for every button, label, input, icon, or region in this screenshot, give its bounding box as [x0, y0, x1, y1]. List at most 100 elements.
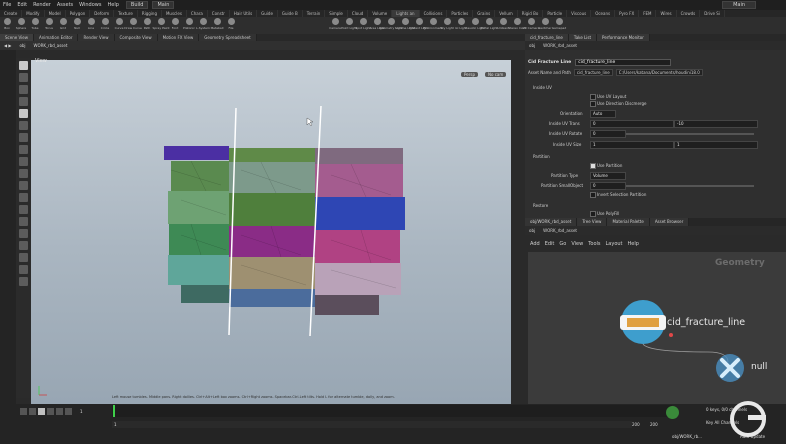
- node-cid-fracture-line[interactable]: [620, 300, 673, 344]
- shelf-tab[interactable]: Simple: [325, 10, 348, 17]
- shelf-tool[interactable]: Sphere: [14, 17, 28, 30]
- brush-tool-icon[interactable]: [19, 229, 28, 238]
- path-back-icon[interactable]: ◀ ▶: [0, 43, 15, 48]
- tab-network[interactable]: obj/WORK_rbd_asset: [525, 218, 578, 226]
- tab-material-palette[interactable]: Material Palette: [607, 218, 650, 226]
- select-tool-icon[interactable]: [19, 61, 28, 70]
- stop-icon[interactable]: [38, 408, 45, 415]
- shelf-tab[interactable]: Modify: [22, 10, 45, 17]
- jump-end-icon[interactable]: [65, 408, 72, 415]
- shelf-tool[interactable]: Null: [70, 17, 84, 30]
- section-partition[interactable]: Partition: [533, 154, 550, 159]
- inside-uv-trans-y-field[interactable]: -10: [674, 120, 758, 128]
- tab-asset-browser[interactable]: Asset Browser: [649, 218, 690, 226]
- inside-uv-rotate-slider[interactable]: [626, 133, 754, 135]
- shelf-tool[interactable]: Sky Light: [440, 17, 454, 30]
- jump-start-icon[interactable]: [20, 408, 27, 415]
- net-path-obj[interactable]: obj: [525, 228, 539, 233]
- camera-perspective-menu[interactable]: Persp: [461, 72, 478, 77]
- tab-tree-view[interactable]: Tree View: [577, 218, 608, 226]
- section-restore[interactable]: Restore: [533, 203, 548, 208]
- inside-uv-trans-x-field[interactable]: 0: [590, 120, 674, 128]
- light-tool-icon[interactable]: [19, 205, 28, 214]
- node-cid-fracture-line-label[interactable]: cid_fracture_line: [667, 317, 745, 328]
- net-menu-view[interactable]: View: [571, 241, 583, 247]
- shelf-tab[interactable]: Create: [0, 10, 23, 17]
- scene-pane-tab[interactable]: Animation Editor: [33, 34, 79, 41]
- path-asset[interactable]: WORK_rbd_asset: [30, 43, 72, 48]
- shelf-tool[interactable]: Torus: [42, 17, 56, 30]
- tab-parameters[interactable]: cid_fracture_line: [525, 34, 569, 41]
- render-region-icon[interactable]: [19, 145, 28, 154]
- net-menu-edit[interactable]: Edit: [545, 241, 555, 247]
- scene-pane-tab[interactable]: Motion FX View: [157, 34, 200, 41]
- frame-marker[interactable]: [113, 405, 115, 417]
- node-null-label[interactable]: null: [751, 362, 767, 372]
- asset-name-field[interactable]: cid_fracture_line: [573, 68, 613, 76]
- orientation-dropdown[interactable]: Auto: [590, 110, 616, 118]
- shelf-tab[interactable]: Drive Si: [700, 10, 725, 17]
- view-tool-icon[interactable]: [19, 133, 28, 142]
- scene-pane-tab[interactable]: Render View: [78, 34, 115, 41]
- node-null[interactable]: [716, 354, 744, 382]
- menu-render[interactable]: Render: [30, 2, 54, 8]
- shelf-tab[interactable]: Volume: [368, 10, 393, 17]
- shelf-tab[interactable]: Constr: [208, 10, 230, 17]
- shelf-tab[interactable]: Viscous: [567, 10, 592, 17]
- shelf-tab[interactable]: Polygon: [66, 10, 91, 17]
- shelf-tab[interactable]: Oceans: [591, 10, 616, 17]
- snapshot-tool-icon[interactable]: [19, 277, 28, 286]
- tab-take-list[interactable]: Take List: [568, 34, 598, 41]
- param-path-asset[interactable]: WORK_rbd_asset: [539, 43, 581, 48]
- shelf-tool[interactable]: Spot Light: [355, 17, 371, 30]
- shelf-tool[interactable]: Spray Paint: [152, 17, 170, 30]
- shelf-tab[interactable]: Vellum: [495, 10, 518, 17]
- net-menu-add[interactable]: Add: [530, 241, 540, 247]
- shelf-tab[interactable]: Collisions: [420, 10, 448, 17]
- menu-edit[interactable]: Edit: [14, 2, 30, 8]
- scene-pane-tab[interactable]: Scene View: [0, 34, 34, 41]
- shelf-tool[interactable]: Portal Light: [480, 17, 498, 30]
- shelf-tab[interactable]: Pyro FX: [615, 10, 640, 17]
- step-forward-icon[interactable]: [56, 408, 63, 415]
- build-dropdown[interactable]: Build: [125, 1, 149, 9]
- range-end-field[interactable]: 200: [650, 422, 658, 427]
- handle-tool-icon[interactable]: [19, 109, 28, 118]
- net-menu-tools[interactable]: Tools: [588, 241, 600, 247]
- play-icon[interactable]: [47, 408, 54, 415]
- shelf-tab[interactable]: Guide B: [278, 10, 303, 17]
- shelf-tool[interactable]: Draw Curve: [124, 17, 142, 30]
- inside-uv-rotate-field[interactable]: 0: [590, 130, 626, 138]
- dolly-icon[interactable]: [19, 181, 28, 190]
- scene-pane-tab[interactable]: Geometry Spreadsheet: [199, 34, 257, 41]
- pose-tool-icon[interactable]: [19, 121, 28, 130]
- shelf-tab[interactable]: Deform: [90, 10, 115, 17]
- invert-selection-checkbox[interactable]: [590, 192, 596, 198]
- shelf-tool[interactable]: Line: [84, 17, 98, 30]
- shelf-tab[interactable]: Grains: [473, 10, 496, 17]
- camera-tool-icon[interactable]: [19, 193, 28, 202]
- rotate-tool-icon[interactable]: [19, 85, 28, 94]
- desktop-dropdown[interactable]: Main: [152, 1, 175, 9]
- shelf-tool[interactable]: Platonic: [182, 17, 196, 30]
- key-icon[interactable]: [666, 406, 679, 419]
- scene-pane-tab[interactable]: Composite View: [114, 34, 158, 41]
- end-frame-field[interactable]: 200: [632, 422, 640, 427]
- range-slider[interactable]: [112, 421, 632, 428]
- magnet-icon[interactable]: [19, 169, 28, 178]
- shelf-tab[interactable]: Crowds: [677, 10, 701, 17]
- menu-assets[interactable]: Assets: [54, 2, 76, 8]
- shelf-tab[interactable]: Hair Utils: [230, 10, 258, 17]
- current-frame-field[interactable]: 1: [80, 409, 83, 414]
- partition-smallobject-field[interactable]: 0: [590, 182, 626, 190]
- partition-type-dropdown[interactable]: Volume: [590, 172, 626, 180]
- shelf-tab[interactable]: Model: [45, 10, 66, 17]
- partition-smallobject-slider[interactable]: [626, 185, 754, 187]
- shelf-tool[interactable]: Gamepad: [552, 17, 566, 30]
- shelf-tab[interactable]: Rigging: [138, 10, 162, 17]
- shelf-tool[interactable]: Font: [168, 17, 182, 30]
- shelf-tool[interactable]: Switcher: [538, 17, 552, 30]
- inside-uv-size-x-field[interactable]: 1: [590, 141, 674, 149]
- scale-tool-icon[interactable]: [19, 97, 28, 106]
- shelf-tab[interactable]: Lights an: [392, 10, 420, 17]
